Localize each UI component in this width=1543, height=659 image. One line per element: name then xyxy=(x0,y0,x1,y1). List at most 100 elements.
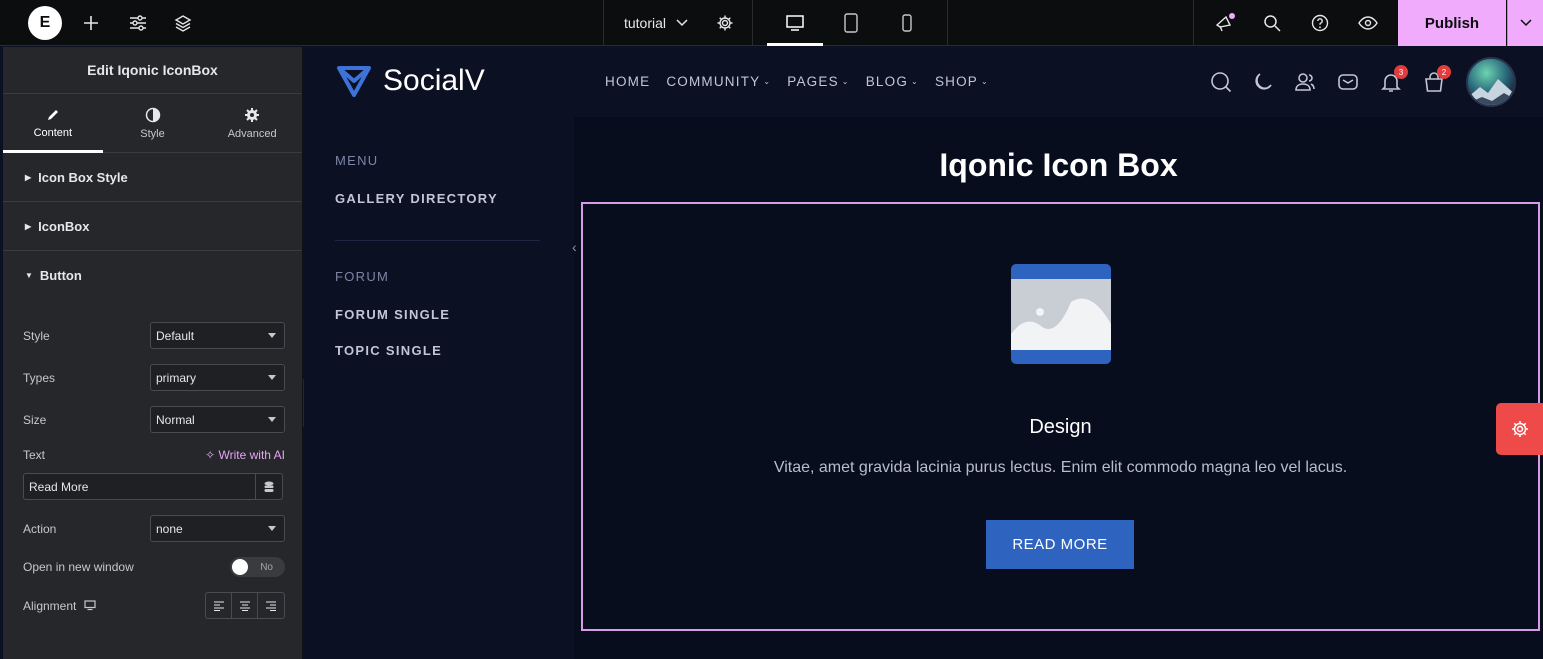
control-label: Style xyxy=(23,328,50,343)
align-left-button[interactable] xyxy=(206,593,232,618)
mail-icon xyxy=(1338,74,1358,90)
section-button[interactable]: ▼ Button xyxy=(3,251,302,300)
elementor-logo-icon: E xyxy=(28,6,62,40)
user-avatar[interactable] xyxy=(1466,57,1516,107)
friend-requests-button[interactable] xyxy=(1292,69,1318,95)
nav-pages[interactable]: PAGES ⌄ xyxy=(787,74,849,89)
site-notifications-button[interactable]: 3 xyxy=(1378,65,1408,95)
alignment-label-group: Alignment xyxy=(23,599,96,613)
caret-down-icon xyxy=(268,333,276,338)
layers-icon xyxy=(174,15,192,32)
socialv-logo-icon xyxy=(337,66,371,97)
tab-label: Content xyxy=(33,126,73,139)
alignment-control: Alignment xyxy=(23,592,285,619)
button-text-field: Read More xyxy=(23,473,283,500)
elementor-menu-button[interactable]: E xyxy=(27,0,63,46)
preview-button[interactable] xyxy=(1355,0,1381,46)
types-select[interactable]: primary xyxy=(150,364,285,391)
nav-blog[interactable]: BLOG ⌄ xyxy=(866,74,919,89)
eye-icon xyxy=(1358,16,1378,30)
nav-home[interactable]: HOME xyxy=(605,74,650,89)
menu-item-topic-single[interactable]: TOPIC SINGLE xyxy=(335,343,442,358)
chevron-left-icon: ‹ xyxy=(572,239,577,255)
section-label: IconBox xyxy=(38,218,90,234)
new-window-control: Open in new window No xyxy=(23,557,285,577)
section-label: Icon Box Style xyxy=(38,169,128,185)
section-icon-box-style[interactable]: ▶ Icon Box Style xyxy=(3,153,302,202)
site-logo[interactable]: SocialV xyxy=(335,64,485,98)
page-settings-button[interactable] xyxy=(712,0,738,46)
gear-icon xyxy=(245,107,260,122)
dynamic-tags-button[interactable] xyxy=(255,474,282,499)
desktop-icon[interactable] xyxy=(84,600,96,611)
main-nav: HOME COMMUNITY ⌄ PAGES ⌄ BLOG ⌄ SHOP ⌄ xyxy=(605,74,989,89)
chevron-down-icon: ⌄ xyxy=(911,77,919,86)
iconbox-widget[interactable]: Design Vitae, amet gravida lacinia purus… xyxy=(581,202,1540,631)
publish-options-button[interactable] xyxy=(1507,0,1543,46)
control-label: Action xyxy=(23,521,57,536)
active-device-indicator xyxy=(767,43,823,46)
desktop-icon xyxy=(786,15,804,31)
help-button[interactable] xyxy=(1307,0,1333,46)
divider xyxy=(335,240,540,241)
nav-label: BLOG xyxy=(865,74,909,89)
add-icon xyxy=(84,16,98,30)
document-title: tutorial xyxy=(623,15,667,31)
section-iconbox[interactable]: ▶ IconBox xyxy=(3,202,302,251)
messages-button[interactable] xyxy=(1335,69,1361,95)
menu-item-gallery-directory[interactable]: GALLERY DIRECTORY xyxy=(335,191,498,206)
pencil-icon xyxy=(47,109,58,120)
tab-style[interactable]: Style xyxy=(103,94,203,152)
menu-item-forum-single[interactable]: FORUM SINGLE xyxy=(335,307,450,322)
nav-community[interactable]: COMMUNITY ⌄ xyxy=(666,74,771,89)
finder-button[interactable] xyxy=(1259,0,1285,46)
button-text-input[interactable]: Read More xyxy=(24,480,255,494)
tab-content[interactable]: Content xyxy=(3,94,103,153)
control-label: Open in new window xyxy=(23,560,134,574)
nav-shop[interactable]: SHOP ⌄ xyxy=(935,74,989,89)
notifications-button[interactable] xyxy=(1211,0,1239,46)
site-settings-button[interactable] xyxy=(125,0,151,46)
cart-button[interactable]: 2 xyxy=(1421,65,1451,95)
structure-button[interactable] xyxy=(170,0,196,46)
floating-settings-button[interactable] xyxy=(1496,403,1543,455)
add-element-button[interactable] xyxy=(78,0,104,46)
publish-button[interactable]: Publish xyxy=(1398,0,1506,46)
tab-label: Style xyxy=(140,127,165,140)
read-more-button[interactable]: READ MORE xyxy=(986,520,1134,569)
align-right-button[interactable] xyxy=(258,593,284,618)
chevron-down-icon: ⌄ xyxy=(763,77,772,86)
align-center-button[interactable] xyxy=(232,593,258,618)
site-search-button[interactable] xyxy=(1208,69,1234,95)
new-window-toggle[interactable]: No xyxy=(230,557,285,577)
divider xyxy=(1193,0,1194,46)
device-mobile-button[interactable] xyxy=(879,0,935,46)
dark-mode-toggle[interactable] xyxy=(1250,69,1276,95)
sparkle-icon: ✧ xyxy=(205,448,219,462)
divider xyxy=(603,0,604,46)
device-tablet-button[interactable] xyxy=(823,0,879,46)
mobile-icon xyxy=(902,14,912,32)
moon-icon xyxy=(1255,73,1272,90)
document-title-dropdown[interactable]: tutorial xyxy=(612,0,700,46)
tab-advanced[interactable]: Advanced xyxy=(202,94,302,152)
style-select[interactable]: Default xyxy=(150,322,285,349)
page-side-menu: MENU GALLERY DIRECTORY FORUM FORUM SINGL… xyxy=(304,117,577,659)
action-select[interactable]: none xyxy=(150,515,285,542)
users-icon xyxy=(1295,73,1315,91)
align-right-icon xyxy=(266,600,276,611)
toggle-knob xyxy=(232,559,248,575)
size-select[interactable]: Normal xyxy=(150,406,285,433)
database-icon xyxy=(264,481,274,492)
page-heading: Iqonic Icon Box xyxy=(939,147,1178,183)
size-control: Size Normal xyxy=(23,406,285,433)
nav-label: HOME xyxy=(605,74,651,89)
control-label: Types xyxy=(23,370,56,385)
caret-down-icon xyxy=(268,375,276,380)
caret-down-icon xyxy=(268,417,276,422)
image-placeholder-graphic xyxy=(1011,279,1111,350)
panel-title: Edit Iqonic IconBox xyxy=(3,47,302,94)
device-desktop-button[interactable] xyxy=(767,0,823,46)
alignment-group xyxy=(205,592,285,619)
write-with-ai-button[interactable]: ✧ Write with AI xyxy=(205,448,285,462)
